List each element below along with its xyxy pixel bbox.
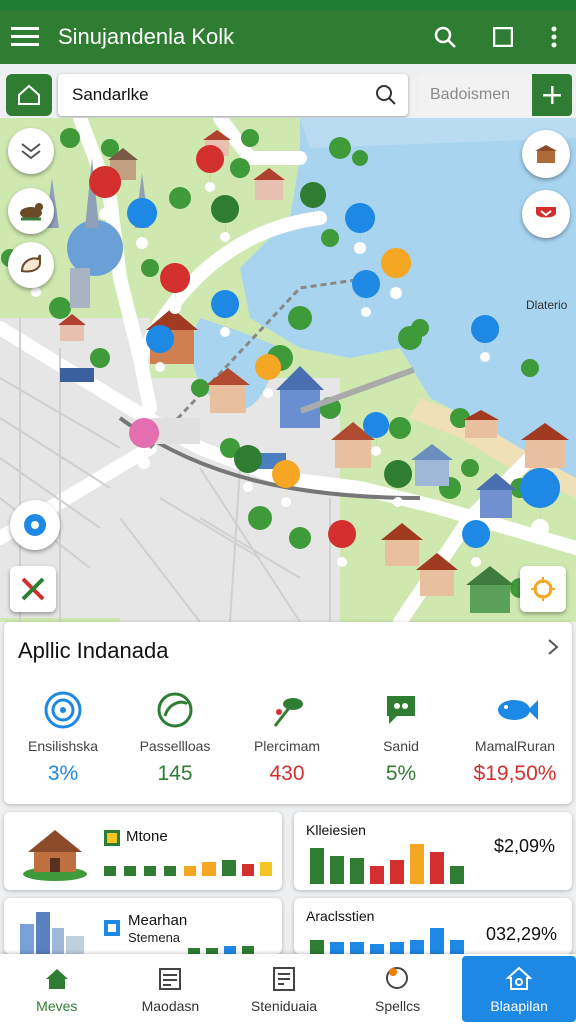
nav-item-spellcs[interactable]: Spellcs <box>341 954 455 1024</box>
secondary-search-input[interactable]: Badoismen <box>418 74 534 116</box>
bird-icon <box>20 254 41 273</box>
search-icon[interactable] <box>416 10 474 64</box>
settings-button[interactable] <box>10 500 60 550</box>
leaf-badge-icon <box>120 688 230 732</box>
home-icon <box>44 964 70 994</box>
stat-value: 430 <box>269 762 305 785</box>
directions-button[interactable] <box>10 566 56 612</box>
gear-icon <box>24 514 46 536</box>
layers-button[interactable] <box>8 128 54 174</box>
calendar-icon <box>272 964 296 994</box>
pocket-button[interactable] <box>522 190 570 238</box>
stat-label: MamalRuran <box>474 738 556 754</box>
add-button[interactable] <box>532 74 572 116</box>
summary-card[interactable]: Apllic Indanada Ensilishska 3% Passelllo… <box>4 622 572 804</box>
nav-label: Steniduaia <box>250 998 318 1014</box>
stat-item[interactable]: Passellloas 145 <box>120 688 230 786</box>
nav-label: Blaapilan <box>490 998 548 1014</box>
nav-label: Meves <box>36 998 78 1014</box>
stat-label: Sanid <box>383 738 419 754</box>
card-title: Mearhan <box>128 912 188 929</box>
mini-bar-chart <box>310 928 464 954</box>
info-card[interactable]: Mtone <box>4 812 282 890</box>
house-outline-icon <box>505 964 533 994</box>
stat-value: 5% <box>385 762 417 785</box>
chevron-right-icon[interactable] <box>546 638 560 661</box>
search-row: Sandarlke Badoismen <box>0 64 576 124</box>
stat-label: Passellloas <box>139 738 211 754</box>
nav-label: Maodasn <box>141 998 200 1014</box>
temple-icon <box>23 830 87 881</box>
pet-filter-button[interactable] <box>8 242 54 288</box>
search-icon <box>384 964 412 994</box>
card-percentage: $2,09% <box>494 836 556 856</box>
card-title: Araclsstien <box>306 908 375 924</box>
info-card[interactable]: Araclsstien 032,29% <box>294 898 572 954</box>
stat-value: $19,50% <box>473 762 557 785</box>
chevron-double-down-icon <box>21 143 41 160</box>
status-bar <box>0 0 576 10</box>
stat-item[interactable]: Plercimam 430 <box>232 688 342 786</box>
nav-item-meves[interactable]: Meves <box>0 954 114 1024</box>
nav-item-steniduaia[interactable]: Steniduaia <box>227 954 341 1024</box>
map-canvas <box>0 118 576 622</box>
nav-label: Spellcs <box>375 998 421 1014</box>
city-skyline-icon <box>20 912 84 954</box>
store-button[interactable] <box>522 130 570 178</box>
chat-bubble-icon <box>346 688 456 732</box>
stat-label: Plercimam <box>253 738 321 754</box>
flag-route-icon <box>21 577 45 601</box>
app-title: Sinujandenla Kolk <box>58 24 235 49</box>
nav-item-blaapilan[interactable]: Blaapilan <box>462 956 576 1022</box>
card-subtitle: Stemena <box>128 930 181 945</box>
search-input-value: Sandarlke <box>72 85 149 104</box>
app-bar: Sinujandenla Kolk <box>0 10 576 64</box>
search-input[interactable]: Sandarlke <box>58 74 408 116</box>
plus-icon <box>543 86 561 104</box>
doc-badge-icon <box>104 920 120 936</box>
shop-icon <box>535 145 557 163</box>
square-icon[interactable] <box>474 10 532 64</box>
sprout-icon <box>232 688 342 732</box>
home-outline-icon <box>18 84 40 105</box>
card-title: Klleiesien <box>306 822 366 838</box>
map-place-label: Dlaterio <box>526 298 568 312</box>
stat-item[interactable]: Ensilishska 3% <box>8 688 118 786</box>
home-button[interactable] <box>6 74 52 116</box>
info-card[interactable]: Klleiesien $2,09% <box>294 812 572 890</box>
locate-button[interactable] <box>520 566 566 612</box>
nav-item-maodasn[interactable]: Maodasn <box>114 954 228 1024</box>
summary-title: Apllic Indanada <box>18 638 169 663</box>
mini-bar-chart <box>310 844 464 884</box>
fish-icon <box>460 688 570 732</box>
book-icon <box>157 964 183 994</box>
map-view[interactable]: Dlaterio <box>0 118 576 622</box>
pocket-icon <box>536 207 556 218</box>
card-title: Mtone <box>126 828 168 845</box>
flag-badge-icon <box>104 830 120 846</box>
search-icon[interactable] <box>364 84 408 106</box>
stat-item[interactable]: Sanid 5% <box>346 688 456 786</box>
stat-label: Ensilishska <box>27 738 99 754</box>
animal-filter-button[interactable] <box>8 188 54 234</box>
card-percentage: 032,29% <box>486 924 558 944</box>
stat-item[interactable]: MamalRuran $19,50% <box>460 688 570 786</box>
more-vert-icon[interactable] <box>532 10 576 64</box>
stat-value: 3% <box>47 762 79 785</box>
mini-bar-chart <box>188 946 254 954</box>
mini-bar-chart <box>104 860 272 876</box>
stat-value: 145 <box>157 762 193 785</box>
animal-icon <box>20 203 43 221</box>
crosshair-icon <box>531 577 555 601</box>
info-card[interactable]: Mearhan Stemena <box>4 898 282 954</box>
bottom-nav: Meves Maodasn Steniduaia Spellcs Blaapil… <box>0 954 576 1024</box>
menu-icon[interactable] <box>0 10 50 64</box>
swirl-icon <box>8 688 118 732</box>
